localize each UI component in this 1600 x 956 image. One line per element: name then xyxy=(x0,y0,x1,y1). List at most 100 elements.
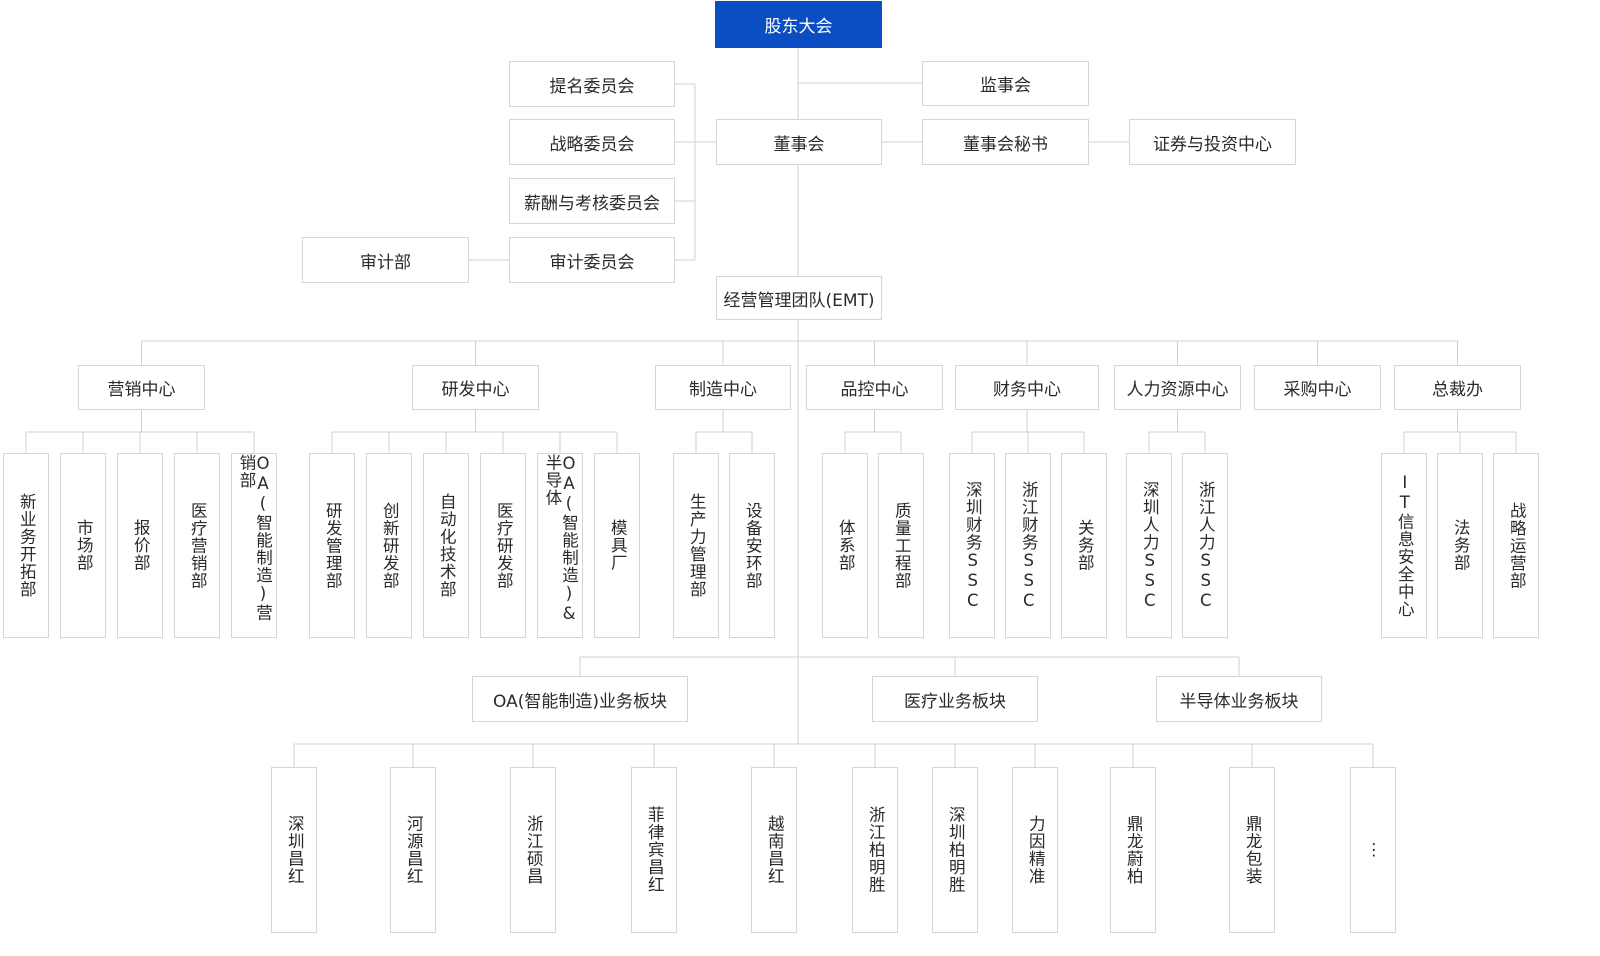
committee-3: 审计委员会 xyxy=(509,237,675,283)
dept-7-0-label: IT信息安全中心 xyxy=(1395,473,1415,618)
dept-1-5-label: 模具厂 xyxy=(608,519,628,572)
subsidiary-8-label: 鼎龙蔚柏 xyxy=(1124,815,1144,885)
dept-7-2-label: 战略运营部 xyxy=(1507,501,1527,590)
subsidiary-1-label: 河源昌红 xyxy=(404,815,424,885)
dept-1-2: 自动化技术部 xyxy=(423,453,469,638)
center-4: 财务中心 xyxy=(955,365,1099,410)
subsidiary-9: 鼎龙包装 xyxy=(1229,767,1275,933)
shareholders-meeting: 股东大会 xyxy=(715,1,882,48)
dept-7-1-label: 法务部 xyxy=(1451,519,1471,572)
shareholders-meeting-label: 股东大会 xyxy=(764,17,833,37)
center-7: 总裁办 xyxy=(1394,365,1521,410)
business-unit-1-label: 医疗业务板块 xyxy=(904,691,1006,712)
subsidiary-1: 河源昌红 xyxy=(390,767,436,933)
emt-team: 经营管理团队(EMT) xyxy=(716,276,882,320)
subsidiary-7-label: 力因精准 xyxy=(1026,815,1046,885)
dept-4-1-label: 浙江财务SSC xyxy=(1019,480,1039,611)
committee-1: 战略委员会 xyxy=(509,119,675,165)
supervisory-board-label: 监事会 xyxy=(980,76,1031,96)
board-secretary-label: 董事会秘书 xyxy=(963,134,1048,155)
dept-1-1-label: 创新研发部 xyxy=(380,501,400,590)
dept-1-4: OA(智能制造)&半导体 xyxy=(537,453,583,638)
dept-0-1: 市场部 xyxy=(60,453,106,638)
subsidiary-4: 越南昌红 xyxy=(751,767,797,933)
committee-2-label: 薪酬与考核委员会 xyxy=(524,193,660,214)
dept-1-4-label: OA(智能制造)&半导体 xyxy=(543,454,579,624)
subsidiary-2-label: 浙江硕昌 xyxy=(524,815,544,885)
committee-3-label: 审计委员会 xyxy=(549,252,635,273)
subsidiary-6: 深圳柏明胜 xyxy=(932,767,978,933)
dept-0-4-label: OA(智能制造)营销部 xyxy=(237,454,273,622)
dept-1-0: 研发管理部 xyxy=(309,453,355,638)
center-1: 研发中心 xyxy=(412,365,539,410)
dept-1-3-label: 医疗研发部 xyxy=(494,501,514,590)
dept-2-0-label: 生产力管理部 xyxy=(687,493,707,598)
dept-3-0: 体系部 xyxy=(822,453,868,638)
dept-4-0: 深圳财务SSC xyxy=(949,453,995,638)
subsidiary-9-label: 鼎龙包装 xyxy=(1243,815,1263,885)
subsidiary-8: 鼎龙蔚柏 xyxy=(1110,767,1156,933)
dept-0-4: OA(智能制造)营销部 xyxy=(231,453,277,638)
dept-5-0-label: 深圳人力SSC xyxy=(1140,480,1160,611)
emt-team-label: 经营管理团队(EMT) xyxy=(723,290,875,311)
dept-4-2-label: 关务部 xyxy=(1075,519,1095,572)
center-5-label: 人力资源中心 xyxy=(1126,380,1229,400)
center-2: 制造中心 xyxy=(655,365,791,410)
committee-0-label: 提名委员会 xyxy=(549,76,635,97)
dept-3-0-label: 体系部 xyxy=(836,519,856,572)
securities-investment-center: 证券与投资中心 xyxy=(1129,119,1296,165)
dept-4-2: 关务部 xyxy=(1061,453,1107,638)
center-0-label: 营销中心 xyxy=(107,380,176,400)
center-3: 品控中心 xyxy=(806,365,943,410)
center-7-label: 总裁办 xyxy=(1432,380,1483,400)
audit-department: 审计部 xyxy=(302,237,469,283)
dept-0-1-label: 市场部 xyxy=(74,519,94,572)
board-of-directors: 董事会 xyxy=(716,119,882,165)
subsidiary-3: 菲律宾昌红 xyxy=(631,767,677,933)
subsidiary-6-label: 深圳柏明胜 xyxy=(946,806,966,894)
subsidiary-4-label: 越南昌红 xyxy=(765,815,785,885)
subsidiary-10-label: ⋮ xyxy=(1364,840,1384,860)
committee-2: 薪酬与考核委员会 xyxy=(509,178,675,224)
dept-0-0-label: 新业务开拓部 xyxy=(17,493,37,598)
center-2-label: 制造中心 xyxy=(689,380,757,400)
dept-0-0: 新业务开拓部 xyxy=(3,453,49,638)
dept-4-0-label: 深圳财务SSC xyxy=(963,480,983,611)
business-unit-0-label: OA(智能制造)业务板块 xyxy=(493,691,667,712)
board-secretary: 董事会秘书 xyxy=(922,119,1089,165)
dept-1-0-label: 研发管理部 xyxy=(323,501,343,590)
subsidiary-5-label: 浙江柏明胜 xyxy=(866,806,886,894)
dept-2-0: 生产力管理部 xyxy=(673,453,719,638)
subsidiary-2: 浙江硕昌 xyxy=(510,767,556,933)
dept-0-3: 医疗营销部 xyxy=(174,453,220,638)
center-3-label: 品控中心 xyxy=(840,380,909,400)
dept-0-2: 报价部 xyxy=(117,453,163,638)
board-of-directors-label: 董事会 xyxy=(773,134,825,155)
securities-investment-center-label: 证券与投资中心 xyxy=(1153,134,1272,155)
audit-department-label: 审计部 xyxy=(360,252,411,273)
dept-2-1-label: 设备安环部 xyxy=(743,501,763,590)
business-unit-2: 半导体业务板块 xyxy=(1156,676,1322,722)
dept-0-2-label: 报价部 xyxy=(131,519,151,572)
dept-5-0: 深圳人力SSC xyxy=(1126,453,1172,638)
dept-3-1: 质量工程部 xyxy=(878,453,924,638)
business-unit-1: 医疗业务板块 xyxy=(872,676,1038,722)
subsidiary-0: 深圳昌红 xyxy=(271,767,317,933)
center-0: 营销中心 xyxy=(78,365,205,410)
dept-1-2-label: 自动化技术部 xyxy=(437,493,457,598)
dept-3-1-label: 质量工程部 xyxy=(892,501,912,590)
center-4-label: 财务中心 xyxy=(993,380,1061,400)
subsidiary-7: 力因精准 xyxy=(1012,767,1058,933)
dept-7-1: 法务部 xyxy=(1437,453,1483,638)
business-unit-2-label: 半导体业务板块 xyxy=(1179,691,1299,712)
dept-7-2: 战略运营部 xyxy=(1493,453,1539,638)
dept-5-1: 浙江人力SSC xyxy=(1182,453,1228,638)
dept-1-5: 模具厂 xyxy=(594,453,640,638)
dept-1-3: 医疗研发部 xyxy=(480,453,526,638)
business-unit-0: OA(智能制造)业务板块 xyxy=(472,676,688,722)
center-6-label: 采购中心 xyxy=(1283,380,1352,400)
dept-4-1: 浙江财务SSC xyxy=(1005,453,1051,638)
subsidiary-0-label: 深圳昌红 xyxy=(285,815,305,885)
dept-5-1-label: 浙江人力SSC xyxy=(1196,480,1216,611)
center-5: 人力资源中心 xyxy=(1114,365,1241,410)
